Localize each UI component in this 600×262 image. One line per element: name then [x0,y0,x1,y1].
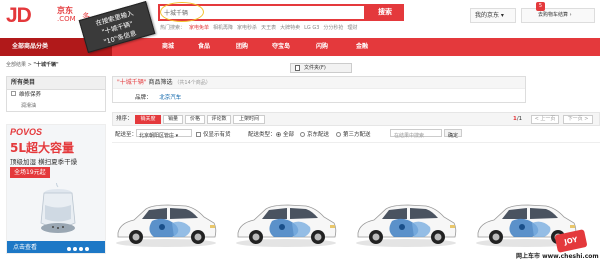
sidebar-item-maintenance[interactable]: 维修保养 [6,90,106,101]
sort-relevance-button[interactable]: 销关度 [135,115,161,124]
product-car-image[interactable] [232,193,340,249]
nav-item-groupbuy[interactable]: 团购 [236,38,248,56]
filter-label: 商品筛选 [148,79,173,86]
sort-price-button[interactable]: 价格 [185,115,205,124]
ad-subline: 顶级加湿 横扫夏季干燥 [10,158,78,166]
sort-label: 排序： [116,116,133,122]
nav-item-finance[interactable]: 金融 [356,38,368,56]
ad-carousel-dots[interactable] [67,246,91,253]
sidebar-title: 所有类目 [6,76,106,90]
hot-search-link[interactable]: 相机再降 [213,25,233,31]
delivery-option-label: 全部 [283,132,295,138]
hot-search-label: 热门搜索： [160,25,186,31]
confirm-button[interactable]: 确定 [444,129,462,139]
checkbox-icon [196,132,201,137]
hot-search-words: 热门搜索： 家电免单 相机再降 家电秒杀 天王表 大牌特卖 LG G3 分分秒抢 理财 [160,24,361,31]
radio-icon [336,132,341,137]
delivery-option-jd[interactable]: 京东配送 [300,129,329,142]
search-highlight-circle [160,2,204,22]
ad-brand: POVOS [10,127,43,137]
ad-footer-label: 点击查看 [13,244,38,251]
region-select[interactable]: 北京朝阳区管庄 ▾ [136,129,192,139]
hot-search-link[interactable]: 大牌特卖 [280,25,300,31]
hot-search-link[interactable]: 家电秒杀 [237,25,257,31]
next-page-button[interactable]: 下一页 > [563,115,593,124]
folder-doc-icon [295,65,300,71]
sort-reviews-button[interactable]: 评论数 [207,115,231,124]
hot-search-link[interactable]: LG G3 [304,25,319,31]
filter-keyword: "十城千辆" [117,79,147,86]
brand-option-baic[interactable]: 北京汽车 [159,95,181,101]
hot-search-link[interactable]: 理财 [347,25,357,31]
search-button[interactable]: 搜索 [366,4,404,21]
breadcrumb-root[interactable]: 全部结果 [6,62,26,68]
folder-button[interactable]: 文件夹(F) [290,63,352,73]
logo-jd-text: JD [6,4,32,27]
delivery-option-all[interactable]: 全部 [276,129,294,142]
search-within-input[interactable]: 在结果中搜索 [390,129,442,139]
hot-search-link[interactable]: 分分秒抢 [323,25,343,31]
stock-only-checkbox[interactable]: 仅显示有货 [196,129,231,142]
sidebar-item-label: 维修保养 [19,92,42,98]
breadcrumb-keyword: "十城千辆" [33,62,59,68]
delivery-option-label: 第三方配送 [343,132,371,138]
delivery-type-label: 配送类型： [248,132,276,138]
sort-bar: 排序： 销关度 销量 价格 评论数 上架时间 1/1 < 上一页 下一页 > [112,112,600,126]
nav-item-flash[interactable]: 闪购 [316,38,328,56]
ad-price-tag: 全场19元起 [10,167,50,178]
delivery-option-third-party[interactable]: 第三方配送 [336,129,371,142]
product-car-image[interactable] [112,193,220,249]
delivery-option-label: 京东配送 [307,132,330,138]
breadcrumb: 全部结果 > "十城千辆" [6,61,59,68]
hot-search-link[interactable]: 家电免单 [189,25,209,31]
cart-button[interactable]: 去购物车结算 › [521,8,595,23]
nav-item-food[interactable]: 食品 [198,38,210,56]
brand-filter-row: 品牌： 北京汽车 [135,93,181,101]
logo-com-text: .COM [57,15,76,23]
page-total: /1 [516,116,523,122]
sort-sales-button[interactable]: 销量 [163,115,183,124]
collapse-icon[interactable] [11,91,16,96]
hot-search-link[interactable]: 天王表 [261,25,276,31]
product-car-image[interactable] [352,193,460,249]
sort-newest-button[interactable]: 上架时间 [233,115,265,124]
delivery-bar: 配送至： 北京朝阳区管庄 ▾ 仅显示有货 配送类型： 全部 京东配送 第三方配送… [112,129,600,143]
radio-checked-icon [276,132,281,137]
cart-label: 去购物车结算 › [538,12,572,18]
filter-count: （共14个商品） [174,80,211,86]
stock-only-label: 仅显示有货 [203,132,231,138]
category-sidebar: 所有类目 维修保养 润滑油 [6,76,106,112]
humidifier-image [40,183,76,233]
site-watermark: 网上车市 www.cheshi.com [516,253,599,260]
page-indicator: 1/1 [513,113,522,125]
folder-button-label: 文件夹(F) [304,65,326,71]
filter-box: "十城千辆" 商品筛选 （共14个商品） 品牌： 北京汽车 [112,76,526,103]
cart-count-badge: 5 [536,2,545,11]
ad-headline: 5L超大容量 [10,141,74,155]
nav-item-treasure[interactable]: 夺宝岛 [272,38,290,56]
brand-label: 品牌： [135,95,152,101]
radio-icon [300,132,305,137]
ad-footer[interactable]: 点击查看 [7,241,105,253]
humidifier-ad[interactable]: POVOS 5L超大容量 顶级加湿 横扫夏季干燥 全场19元起 点击查看 [6,124,106,254]
sidebar-subitem-lubricant[interactable]: 润滑油 [6,101,106,112]
prev-page-button[interactable]: < 上一页 [531,115,559,124]
my-jd-button[interactable]: 我的京东 ▾ [470,8,516,23]
jd-logo[interactable]: JD 京东 .COM [6,4,76,28]
delivery-label: 配送至： [115,132,138,138]
filter-header: "十城千辆" 商品筛选 （共14个商品） [113,77,525,89]
nav-item-mall[interactable]: 商城 [162,38,174,56]
